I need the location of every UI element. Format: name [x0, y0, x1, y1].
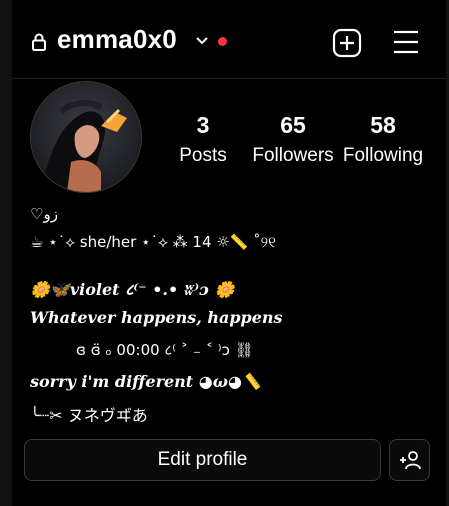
following-label: Following [342, 145, 424, 166]
followers-stat[interactable]: 65 Followers [248, 112, 338, 167]
add-person-button[interactable] [389, 439, 430, 481]
lock-icon [32, 33, 46, 51]
following-stat[interactable]: 58 Following [340, 112, 426, 167]
following-count: 58 [370, 112, 396, 138]
posts-count: 3 [196, 112, 210, 138]
bio-line-japanese: ╰┈✂ ヌネヴヸあ [30, 406, 148, 425]
username[interactable]: emma0x0 [57, 24, 177, 55]
top-bar: emma0x0 [12, 0, 446, 79]
bio-line-different: sorry i'm different ◕ω◕📏 [30, 372, 262, 391]
new-post-icon[interactable] [332, 28, 362, 58]
followers-count: 65 [280, 112, 306, 138]
bio-line-pronouns: ☕ ⋆˙⟡ she/her ⋆˙⟡ ⁂ 14 ☼📏 ˚୨୧ [30, 233, 276, 251]
followers-label: Followers [252, 145, 334, 166]
notification-dot [218, 37, 227, 46]
edit-profile-button[interactable]: Edit profile [24, 439, 381, 481]
bio-line-time: ɞ ɞ̈ ₒ 00:00 ८⁽ ˃ ₋ ˂ ⁾ɔ ⛓ [76, 341, 254, 359]
posts-label: Posts [179, 145, 227, 166]
chevron-down-icon[interactable] [195, 36, 209, 46]
menu-icon[interactable] [392, 28, 420, 56]
add-person-icon [399, 451, 421, 470]
bio-line-quote: Whatever happens, happens [30, 308, 283, 327]
avatar[interactable] [30, 81, 142, 193]
avatar-image [31, 82, 141, 192]
bio-line-violet: 🌼🦋violet ८⁽⁻ •.• ʬ⁾ɔ 🌼 [30, 280, 235, 299]
posts-stat[interactable]: 3 Posts [168, 112, 238, 167]
bio-line-name: ♡زو [30, 205, 58, 223]
